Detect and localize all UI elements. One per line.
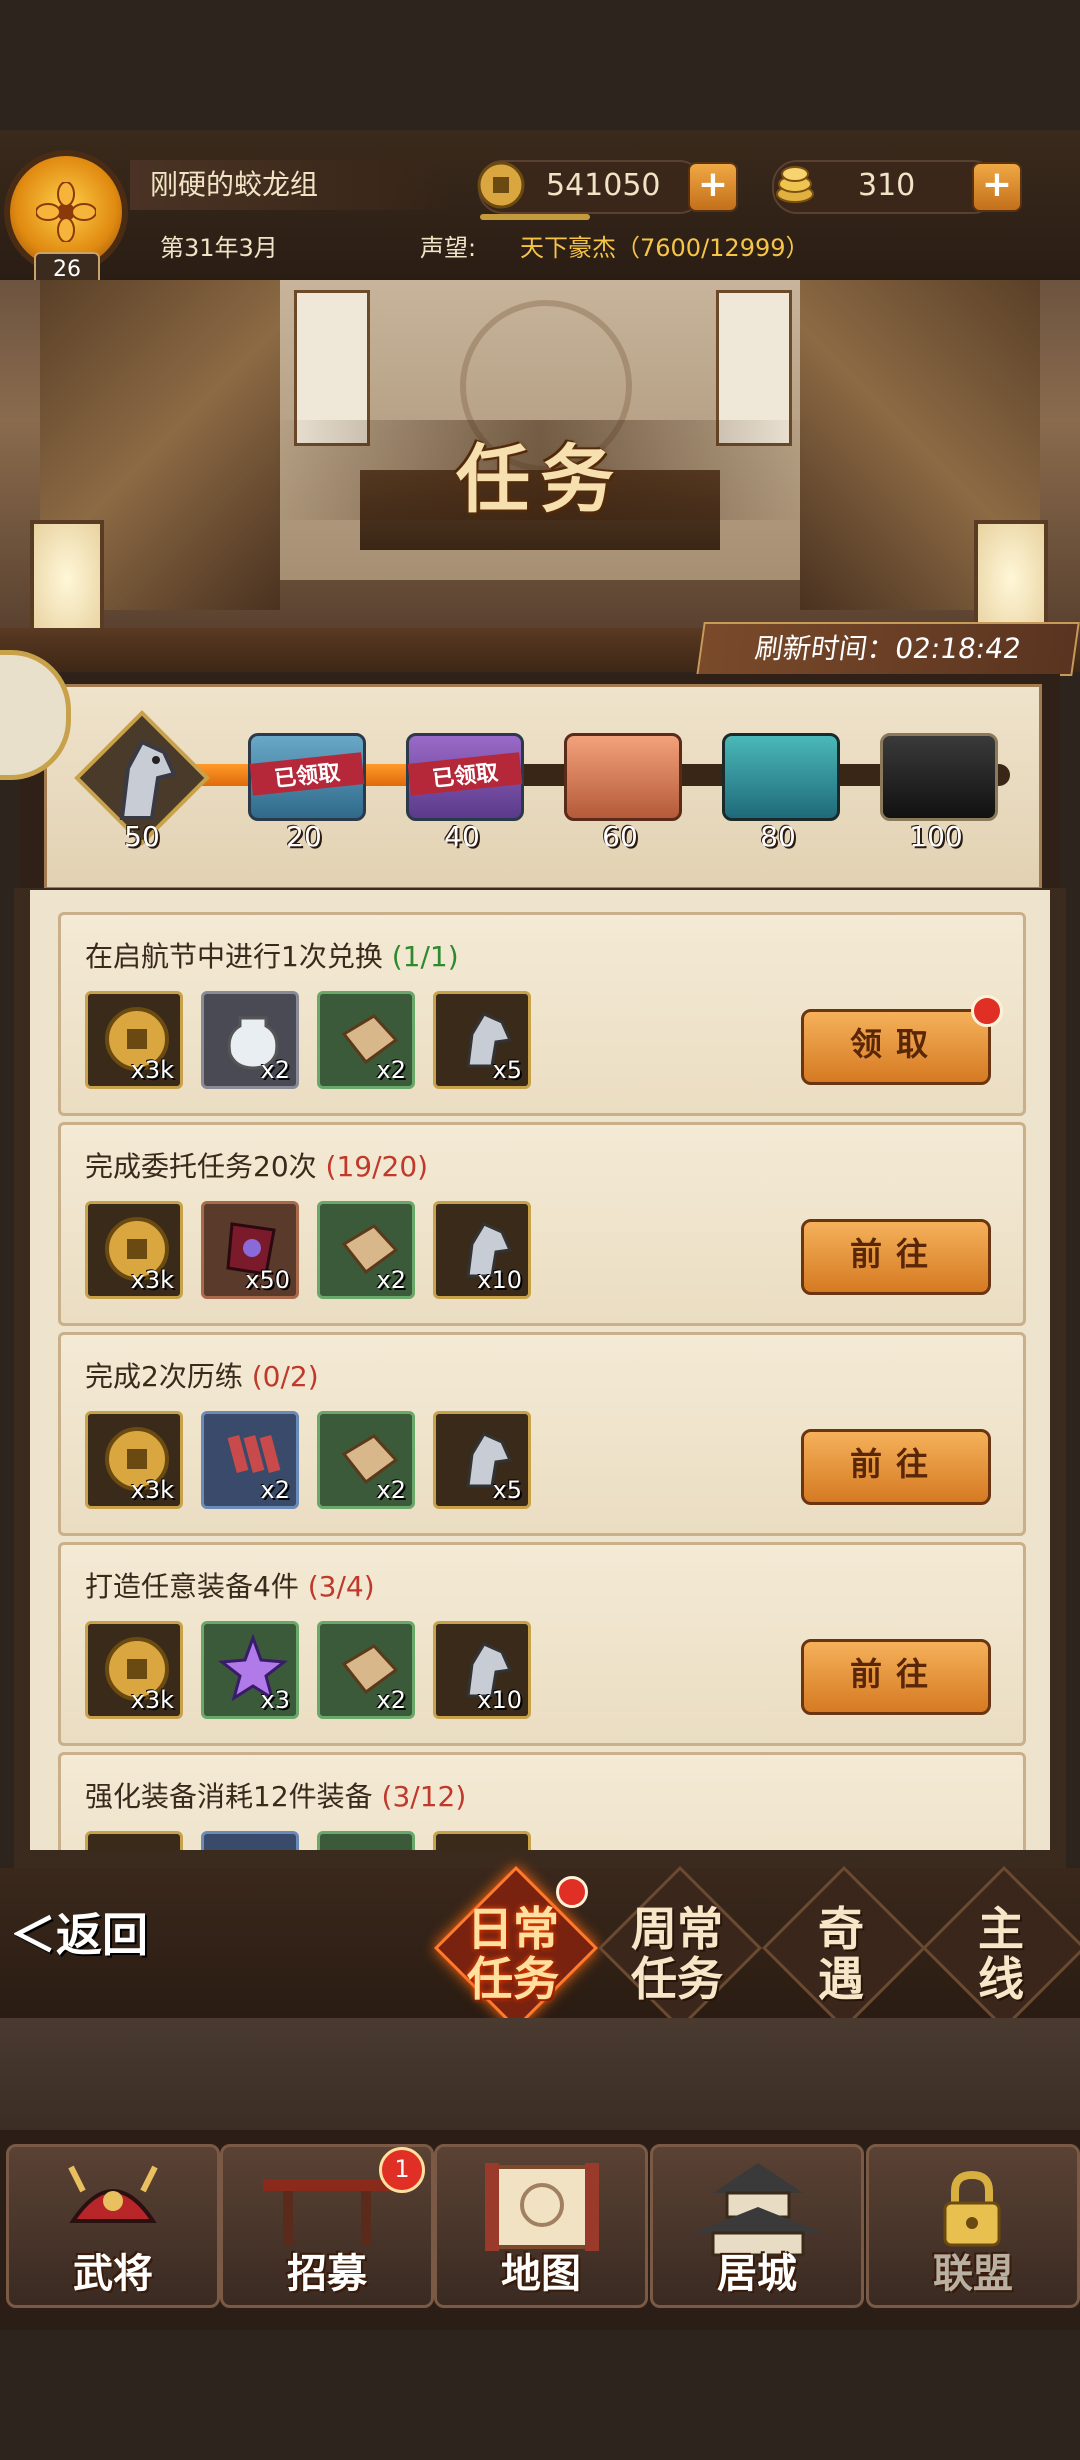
reward-horse[interactable]: x5: [433, 1411, 531, 1509]
task-title: 完成2次历练 (0/2): [85, 1360, 319, 1393]
chest-60[interactable]: [564, 733, 682, 821]
clan-name: 刚硬的蛟龙组: [130, 160, 450, 210]
prestige-label: 声望:: [420, 234, 477, 262]
clan-mon-icon: [36, 182, 96, 242]
reward-book[interactable]: x2: [317, 1621, 415, 1719]
task-card: 完成委托任务20次 (19/20) x3k x50 x2 x10 前往: [58, 1122, 1026, 1326]
nav-map-label: 地图: [501, 2250, 581, 2297]
chest-20-claimed[interactable]: 已领取: [248, 733, 366, 821]
tab-daily-tasks[interactable]: 日常 任务: [433, 1865, 599, 2031]
nav-castle[interactable]: 居城: [650, 2144, 864, 2308]
reward-book[interactable]: x2: [317, 991, 415, 1089]
notification-dot: [971, 995, 1003, 1027]
go-button[interactable]: 前往: [801, 1429, 991, 1505]
bottom-padding: [0, 2330, 1080, 2460]
tab-main-label: 主 线: [978, 1902, 1024, 2006]
reward-coin[interactable]: x3k: [85, 1411, 183, 1509]
chest-100[interactable]: [880, 733, 998, 821]
task-card: 打造任意装备4件 (3/4) x3k x3 x2 x10 前往: [58, 1542, 1026, 1746]
milestone-80: 80: [760, 820, 796, 853]
reward-coin[interactable]: [85, 1831, 183, 1850]
torii-gate-icon: [263, 2179, 391, 2245]
nav-map[interactable]: 地图: [434, 2144, 648, 2308]
nav-alliance-label: 联盟: [933, 2250, 1013, 2297]
task-title: 完成委托任务20次 (19/20): [85, 1150, 429, 1183]
recruit-badge: 1: [379, 2147, 425, 2193]
claim-button[interactable]: 领取: [801, 1009, 991, 1085]
go-button[interactable]: 前往: [801, 1219, 991, 1295]
task-progress: (3/4): [307, 1570, 375, 1603]
milestone-40: 40: [444, 820, 480, 853]
prestige-progress: [480, 214, 590, 220]
nav-generals[interactable]: 武将: [6, 2144, 220, 2308]
add-gold-button[interactable]: +: [972, 162, 1022, 212]
refresh-timer: 刷新时间：02:18:42: [696, 622, 1080, 676]
add-coins-button[interactable]: +: [688, 162, 738, 212]
lantern-left: [30, 520, 104, 638]
nav-recruit-label: 招募: [287, 2250, 367, 2297]
reward-crystal[interactable]: x3: [201, 1621, 299, 1719]
samurai-helmet-icon: [68, 2165, 158, 2223]
lock-icon: [943, 2170, 1001, 2247]
gold-amount: 310: [858, 168, 916, 203]
reward-coin[interactable]: x3k: [85, 991, 183, 1089]
task-progress: (0/2): [251, 1360, 319, 1393]
gold-ingot-icon: [776, 166, 814, 203]
reward-coin[interactable]: x3k: [85, 1201, 183, 1299]
nav-castle-label: 居城: [717, 2250, 797, 2297]
task-title: 强化装备消耗12件装备 (3/12): [85, 1780, 467, 1813]
claimed-stamp: 已领取: [249, 752, 365, 796]
reward-jar[interactable]: x2: [201, 991, 299, 1089]
milestone-20: 20: [286, 820, 322, 853]
reward-book[interactable]: [317, 1831, 415, 1850]
tab-main-story[interactable]: 主 线: [921, 1865, 1080, 2031]
chest-40-claimed[interactable]: 已领取: [406, 733, 524, 821]
reward-coin[interactable]: x3k: [85, 1621, 183, 1719]
go-button[interactable]: 前往: [801, 1639, 991, 1715]
milestone-60: 60: [602, 820, 638, 853]
reward-horse[interactable]: x5: [433, 991, 531, 1089]
task-progress: (1/1): [391, 940, 459, 973]
lantern-right: [974, 520, 1048, 638]
tab-weekly-label: 周常 任务: [631, 1902, 723, 2006]
back-button[interactable]: ＜返回: [10, 1895, 180, 1975]
task-list[interactable]: 在启航节中进行1次兑换 (1/1) x3k x2 x2 x5 领取 完成委托任务…: [30, 890, 1050, 1850]
nav-generals-label: 武将: [73, 2250, 153, 2297]
task-card: 完成2次历练 (0/2) x3k x2 x2 x5 前往: [58, 1332, 1026, 1536]
tab-encounter-label: 奇 遇: [818, 1902, 864, 2006]
reward-banner[interactable]: x50: [201, 1201, 299, 1299]
task-card: 在启航节中进行1次兑换 (1/1) x3k x2 x2 x5 领取: [58, 912, 1026, 1116]
nav-alliance[interactable]: 联盟: [866, 2144, 1080, 2308]
task-title: 打造任意装备4件 (3/4): [85, 1570, 375, 1603]
coin-amount: 541050: [546, 168, 661, 203]
floor-background: [0, 2018, 1080, 2138]
claimed-stamp: 已领取: [407, 752, 523, 796]
reward-horse[interactable]: x10: [433, 1201, 531, 1299]
tab-weekly-tasks[interactable]: 周常 任务: [597, 1865, 763, 2031]
task-title: 在启航节中进行1次兑换 (1/1): [85, 940, 459, 973]
prestige-value: 天下豪杰（7600/12999）: [520, 234, 810, 262]
reward-item[interactable]: [201, 1831, 299, 1850]
tab-encounter[interactable]: 奇 遇: [761, 1865, 927, 2031]
nav-recruit[interactable]: 招募 1: [220, 2144, 434, 2308]
page-title: 任务: [456, 437, 624, 523]
milestone-current: 50: [124, 820, 160, 853]
tab-daily-label: 日常 任务: [467, 1902, 559, 2006]
coin-icon: [477, 161, 525, 209]
task-card: 强化装备消耗12件装备 (3/12): [58, 1752, 1026, 1850]
milestone-100: 100: [909, 820, 963, 853]
task-progress: (3/12): [381, 1780, 467, 1813]
reward-horse[interactable]: x10: [433, 1621, 531, 1719]
reward-book[interactable]: x2: [317, 1411, 415, 1509]
reward-skewers[interactable]: x2: [201, 1411, 299, 1509]
game-date: 第31年3月: [160, 234, 278, 262]
reward-horse[interactable]: [433, 1831, 531, 1850]
reward-book[interactable]: x2: [317, 1201, 415, 1299]
task-progress: (19/20): [325, 1150, 429, 1183]
chest-80[interactable]: [722, 733, 840, 821]
notification-dot: [556, 1876, 588, 1908]
